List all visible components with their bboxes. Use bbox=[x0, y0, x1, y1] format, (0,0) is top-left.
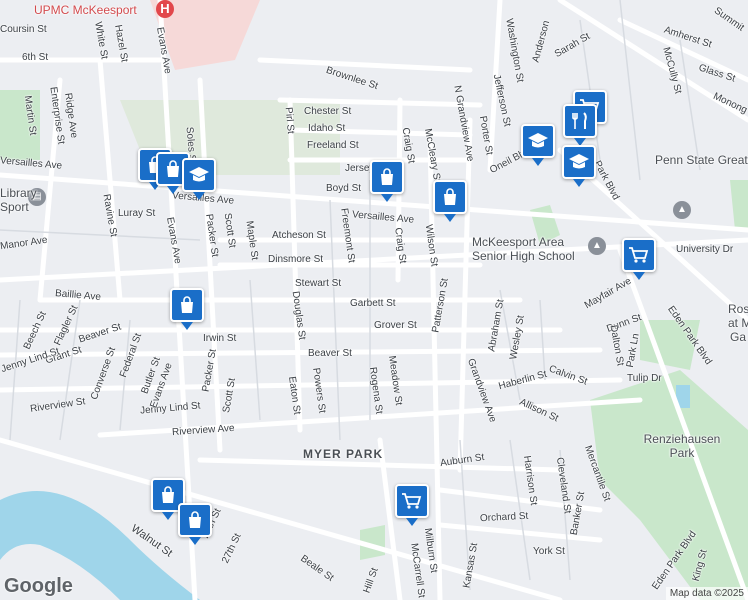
label-irwin: Irwin St bbox=[203, 333, 237, 344]
shopping-bag-icon bbox=[181, 296, 193, 313]
restaurant-marker[interactable] bbox=[563, 104, 599, 148]
label-highschool: McKeesport Area Senior High School bbox=[472, 235, 575, 263]
label-ga: Ga bbox=[730, 330, 747, 344]
label-atm: at M bbox=[728, 316, 748, 330]
label-chester: Chester St bbox=[304, 106, 352, 117]
grocery-marker[interactable] bbox=[622, 238, 658, 282]
hospital-icon: H bbox=[156, 0, 174, 18]
shopping-bag-icon bbox=[444, 188, 456, 205]
shopping-bag-icon bbox=[189, 511, 201, 528]
graduation-cap-icon bbox=[189, 167, 209, 182]
shopping-marker[interactable] bbox=[178, 503, 214, 547]
label-boyd: Boyd St bbox=[326, 183, 362, 194]
label-york: York St bbox=[533, 546, 565, 557]
label-upmc: UPMC McKeesport bbox=[34, 3, 137, 17]
shopping-bag-icon bbox=[167, 160, 179, 177]
map-attribution[interactable]: Map data ©2025 bbox=[665, 587, 748, 600]
label-luray: Luray St bbox=[118, 208, 156, 219]
label-tulip: Tulip Dr bbox=[627, 373, 662, 384]
label-grover: Grover St bbox=[374, 320, 417, 331]
label-beaver2: Beaver St bbox=[308, 348, 352, 359]
shopping-cart-icon bbox=[402, 493, 422, 509]
shopping-marker[interactable] bbox=[170, 288, 206, 332]
google-logo: Google bbox=[4, 575, 73, 597]
shopping-bag-icon bbox=[381, 168, 393, 185]
label-dinsmore: Dinsmore St bbox=[268, 254, 324, 265]
school-marker[interactable] bbox=[562, 145, 598, 189]
label-renz: Renziehausen Park bbox=[643, 432, 721, 460]
label-library: Library bbox=[0, 186, 37, 200]
label-garbett: Garbett St bbox=[350, 298, 396, 309]
label-freeland: Freeland St bbox=[307, 140, 359, 151]
map-canvas[interactable]: H UPMC McKeesport ▤ Library Sport ▲ ▲ Co… bbox=[0, 0, 748, 600]
graduation-cap-icon bbox=[569, 154, 589, 169]
shopping-cart-icon bbox=[629, 247, 649, 263]
label-sixth: 6th St bbox=[22, 52, 49, 63]
shopping-marker[interactable] bbox=[433, 180, 469, 224]
school-marker[interactable] bbox=[182, 158, 218, 202]
fork-knife-icon bbox=[572, 112, 587, 129]
label-idaho: Idaho St bbox=[308, 123, 346, 134]
label-sport: Sport bbox=[0, 200, 29, 214]
graduation-cap-icon bbox=[528, 133, 548, 148]
school-marker[interactable] bbox=[521, 124, 557, 168]
label-stewart: Stewart St bbox=[295, 278, 342, 289]
grocery-marker[interactable] bbox=[395, 484, 431, 528]
label-university: University Dr bbox=[676, 244, 734, 255]
shopping-marker[interactable] bbox=[370, 160, 406, 204]
label-pennstate: Penn State Greater Allegheny bbox=[655, 153, 748, 167]
label-myer-park: MYER PARK bbox=[303, 447, 384, 461]
label-rose: Ros bbox=[728, 302, 748, 316]
label-atcheson: Atcheson St bbox=[272, 230, 326, 241]
label-coursin: Coursin St bbox=[0, 24, 47, 35]
school-poi-icon: ▲ bbox=[673, 201, 691, 219]
label-pirl: Pirl St bbox=[282, 106, 296, 135]
shopping-bag-icon bbox=[162, 486, 174, 503]
